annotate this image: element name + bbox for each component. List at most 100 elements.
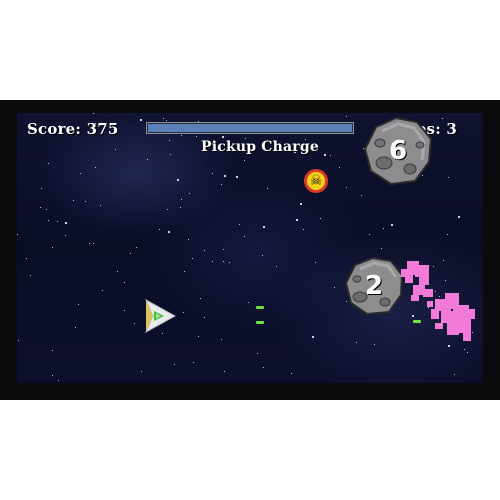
explosion-particle (401, 269, 407, 277)
explosion-particle (447, 323, 459, 335)
star (445, 280, 446, 281)
star (303, 229, 304, 230)
explosion-particle (463, 331, 471, 341)
star (78, 304, 79, 305)
star (89, 243, 90, 244)
star (204, 317, 205, 318)
star (346, 116, 347, 117)
star (223, 261, 224, 262)
star (383, 228, 384, 229)
star (442, 118, 443, 119)
star (212, 173, 213, 174)
star (212, 261, 213, 262)
star (136, 247, 137, 248)
star (46, 209, 47, 210)
star (244, 160, 245, 161)
laser-shot (413, 320, 421, 323)
star (458, 216, 460, 218)
star (229, 262, 230, 263)
explosion-particle (423, 289, 433, 297)
score-display: Score: 375 (27, 120, 119, 138)
star (181, 199, 182, 200)
star (454, 374, 455, 375)
star (117, 271, 118, 272)
star (162, 333, 163, 334)
star (448, 345, 450, 347)
star (222, 136, 224, 138)
asteroid-number: 6 (388, 136, 408, 166)
star (52, 247, 53, 248)
star (141, 371, 142, 372)
game-frame: Score: 375 Pickup Charge Lives: 3 ☠ 6 2 (0, 100, 500, 400)
star (140, 119, 142, 121)
star (159, 229, 160, 230)
star (163, 118, 164, 119)
star (167, 209, 168, 210)
asteroid-number: 2 (364, 271, 384, 301)
star (374, 344, 375, 345)
star (93, 243, 94, 244)
star (324, 154, 326, 156)
star (166, 120, 167, 121)
star (48, 220, 49, 221)
star (174, 364, 175, 365)
star (177, 179, 179, 181)
star (80, 173, 81, 174)
star (448, 177, 449, 178)
explosion-particle (419, 275, 429, 285)
star (95, 167, 96, 168)
star (412, 315, 414, 317)
star (200, 298, 201, 299)
star (339, 167, 340, 168)
star (183, 312, 184, 313)
star (58, 380, 59, 381)
star (334, 287, 335, 288)
star (93, 113, 94, 114)
star (433, 266, 434, 267)
explosion-particle (441, 311, 455, 323)
star (435, 291, 436, 292)
star (124, 282, 125, 283)
star (134, 323, 135, 324)
star (130, 253, 131, 254)
star (257, 353, 258, 354)
explosion-particle (435, 323, 443, 329)
skull-crossbones-icon: ☠ (304, 169, 328, 193)
star (52, 350, 53, 351)
star (196, 136, 197, 137)
star (168, 231, 170, 233)
game-canvas[interactable]: Score: 375 Pickup Charge Lives: 3 ☠ 6 2 (17, 113, 483, 383)
star (381, 248, 382, 249)
star (17, 234, 18, 235)
star (369, 234, 370, 235)
star (30, 275, 31, 276)
star (48, 163, 49, 164)
pickup-charge-bar (146, 122, 354, 134)
asteroid: 6 (362, 115, 434, 187)
star (193, 362, 194, 363)
pickup-glyph: ☠ (309, 173, 323, 189)
player-ship[interactable] (144, 298, 177, 334)
explosion-particle (469, 309, 475, 319)
star (315, 262, 316, 263)
star (291, 373, 292, 374)
star (320, 218, 321, 219)
star (276, 266, 277, 267)
star (181, 135, 182, 136)
star (312, 336, 314, 338)
asteroid: 2 (343, 255, 405, 317)
star (236, 176, 238, 178)
laser-shot (256, 321, 264, 324)
pickup-charge-label: Pickup Charge (201, 139, 319, 155)
star (73, 200, 74, 201)
star (147, 159, 148, 160)
star (204, 250, 205, 251)
star (192, 258, 193, 259)
explosion-particle (431, 309, 439, 319)
star (65, 235, 66, 236)
star (170, 154, 171, 155)
star (189, 193, 190, 194)
star (115, 149, 116, 150)
star (346, 187, 347, 188)
star (467, 352, 468, 353)
